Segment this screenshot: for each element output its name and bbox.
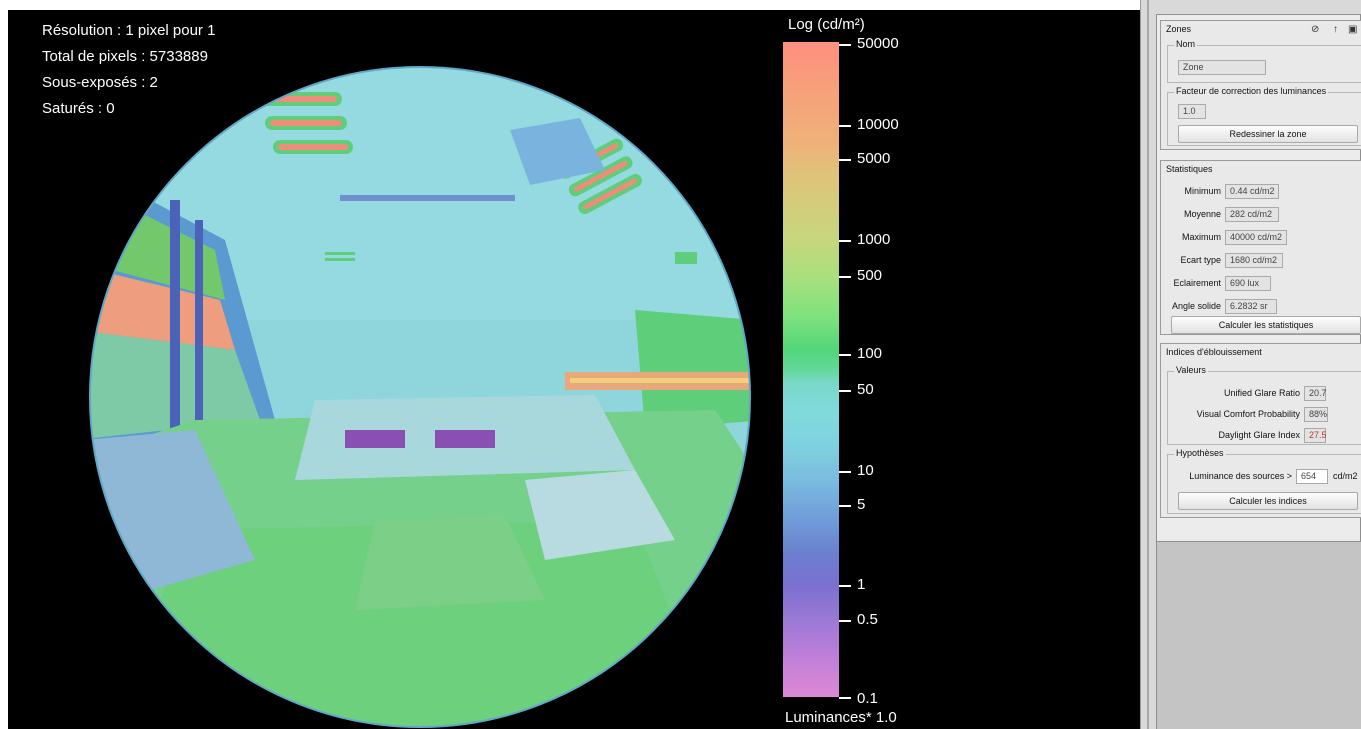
scale-tick: [839, 390, 851, 392]
name-group-title: Nom: [1174, 39, 1198, 49]
scale-tick: [839, 159, 851, 161]
maximum-label: Maximum: [1181, 232, 1221, 242]
statistics-title: Statistiques: [1166, 164, 1213, 174]
scale-tick-label: 10000: [857, 116, 899, 133]
luminance-viewer[interactable]: Résolution : 1 pixel pour 1 Total de pix…: [0, 0, 1140, 729]
glare-indices-title: Indices d'éblouissement: [1166, 347, 1262, 357]
luminance-scale-bar: [783, 42, 839, 697]
maximum-value: 40000 cd/m2: [1225, 230, 1287, 245]
scale-tick-label: 50000: [857, 35, 899, 52]
eye-off-icon[interactable]: ⊘: [1311, 24, 1319, 35]
scale-tick: [839, 585, 851, 587]
std-dev-value: 1680 cd/m2: [1225, 253, 1283, 268]
zones-section: Zones ⊘ ↑ ▣ Nom Zone Facteur de correcti…: [1160, 20, 1361, 150]
average-value: 282 cd/m2: [1225, 207, 1279, 222]
compute-statistics-button[interactable]: Calculer les statistiques: [1171, 316, 1361, 334]
zone-name-input[interactable]: Zone: [1178, 60, 1266, 75]
hypotheses-group-title: Hypothèses: [1174, 448, 1226, 458]
scale-tick-label: 0.1: [857, 690, 878, 707]
scale-tick-label: 0.5: [857, 611, 878, 628]
scale-title: Log (cd/m²): [788, 16, 865, 33]
fisheye-luminance-image[interactable]: [75, 0, 775, 729]
splitter-handle[interactable]: [1147, 0, 1149, 729]
source-luminance-label: Luminance des sources >: [1189, 471, 1292, 481]
scale-tick-label: 1: [857, 576, 866, 593]
solid-angle-value: 6.2832 sr: [1225, 299, 1277, 314]
viewer-left-border: [0, 0, 8, 729]
redraw-zone-button[interactable]: Redessiner la zone: [1178, 125, 1358, 143]
zones-title: Zones: [1166, 24, 1192, 34]
illuminance-label: Eclairement: [1173, 278, 1221, 288]
name-group: Nom Zone: [1167, 39, 1361, 83]
values-group-title: Valeurs: [1174, 365, 1208, 375]
illuminance-value: 690 lux: [1225, 276, 1271, 291]
scale-tick: [839, 240, 851, 242]
scale-tick-label: 500: [857, 267, 883, 284]
scale-tick: [839, 620, 851, 622]
scale-tick: [839, 354, 851, 356]
correction-group-title: Facteur de correction des luminances: [1174, 86, 1329, 96]
glare-indices-section: Indices d'éblouissement Valeurs Unified …: [1160, 343, 1361, 518]
vcp-label: Visual Comfort Probability: [1196, 409, 1300, 419]
vcp-value: 88%: [1304, 407, 1328, 422]
scale-tick: [839, 44, 851, 46]
source-luminance-unit: cd/m2: [1333, 471, 1358, 481]
correction-group: Facteur de correction des luminances 1.0…: [1167, 86, 1361, 146]
ugr-label: Unified Glare Ratio: [1223, 388, 1300, 398]
values-group: Valeurs Unified Glare Ratio 20.7 Visual …: [1167, 365, 1361, 445]
dgi-value: 27.5: [1304, 428, 1327, 443]
scale-tick-label: 10: [857, 462, 874, 479]
dgi-label: Daylight Glare Index: [1218, 430, 1300, 440]
statistics-section: Statistiques Minimum 0.44 cd/m2 Moyenne …: [1160, 160, 1361, 335]
arrow-up-icon[interactable]: ↑: [1333, 24, 1338, 35]
source-luminance-input[interactable]: 654: [1296, 469, 1328, 484]
minimum-label: Minimum: [1184, 186, 1221, 196]
scale-tick-label: 100: [857, 345, 883, 362]
std-dev-label: Ecart type: [1180, 255, 1221, 265]
ugr-value: 20.7: [1304, 386, 1327, 401]
scale-tick: [839, 276, 851, 278]
minimum-value: 0.44 cd/m2: [1225, 184, 1279, 199]
hypotheses-group: Hypothèses Luminance des sources > 654 c…: [1167, 448, 1361, 514]
save-icon[interactable]: ▣: [1348, 24, 1357, 35]
scale-tick-label: 5: [857, 496, 866, 513]
scale-tick: [839, 697, 851, 699]
correction-factor-input[interactable]: 1.0: [1178, 104, 1206, 119]
scale-tick-label: 50: [857, 381, 874, 398]
scale-tick-label: 5000: [857, 150, 891, 167]
scale-tick-label: 1000: [857, 231, 891, 248]
compute-indices-button[interactable]: Calculer les indices: [1178, 492, 1358, 510]
panel-empty-area: [1156, 542, 1361, 729]
scale-tick: [839, 505, 851, 507]
solid-angle-label: Angle solide: [1171, 301, 1221, 311]
scale-footer: Luminances* 1.0: [785, 709, 897, 726]
scale-tick: [839, 471, 851, 473]
average-label: Moyenne: [1183, 209, 1221, 219]
scale-tick: [839, 125, 851, 127]
